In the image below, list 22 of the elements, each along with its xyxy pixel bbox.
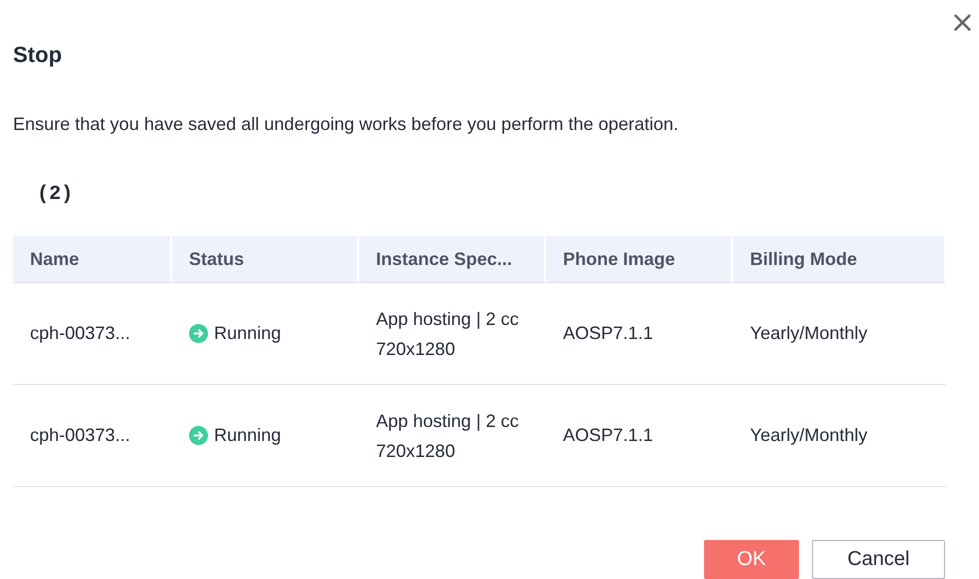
column-header: Status bbox=[172, 236, 359, 282]
status-text: Running bbox=[214, 425, 282, 446]
running-status-icon bbox=[189, 324, 208, 343]
table-cell-text: Yearly/Monthly bbox=[749, 323, 868, 344]
table-cell-text: App hosting | 2 cc 720x1280 bbox=[375, 308, 520, 360]
table-cell-text: AOSP7.1.1 bbox=[562, 323, 654, 344]
table-cell-text: App hosting | 2 cc 720x1280 bbox=[375, 410, 520, 462]
cancel-button[interactable]: Cancel bbox=[812, 540, 945, 579]
column-header: Billing Mode bbox=[733, 236, 946, 282]
table-cell-text: Yearly/Monthly bbox=[749, 425, 868, 446]
status-text: Running bbox=[214, 323, 282, 344]
close-button[interactable]: × bbox=[950, 8, 975, 38]
column-header: Phone Image bbox=[546, 236, 733, 282]
running-status-icon bbox=[189, 426, 208, 445]
dialog-title: Stop bbox=[13, 42, 63, 69]
table-cell-text: AOSP7.1.1 bbox=[562, 425, 654, 446]
column-header: Name bbox=[13, 236, 172, 282]
selected-count: (2) bbox=[37, 183, 74, 206]
table-cell-text: cph-00373... bbox=[29, 425, 132, 446]
warning-message: Ensure that you have saved all undergoing works before you perform the operation. bbox=[13, 114, 680, 135]
table-cell-text: cph-00373... bbox=[29, 323, 132, 344]
column-header: Instance Spec... bbox=[359, 236, 546, 282]
